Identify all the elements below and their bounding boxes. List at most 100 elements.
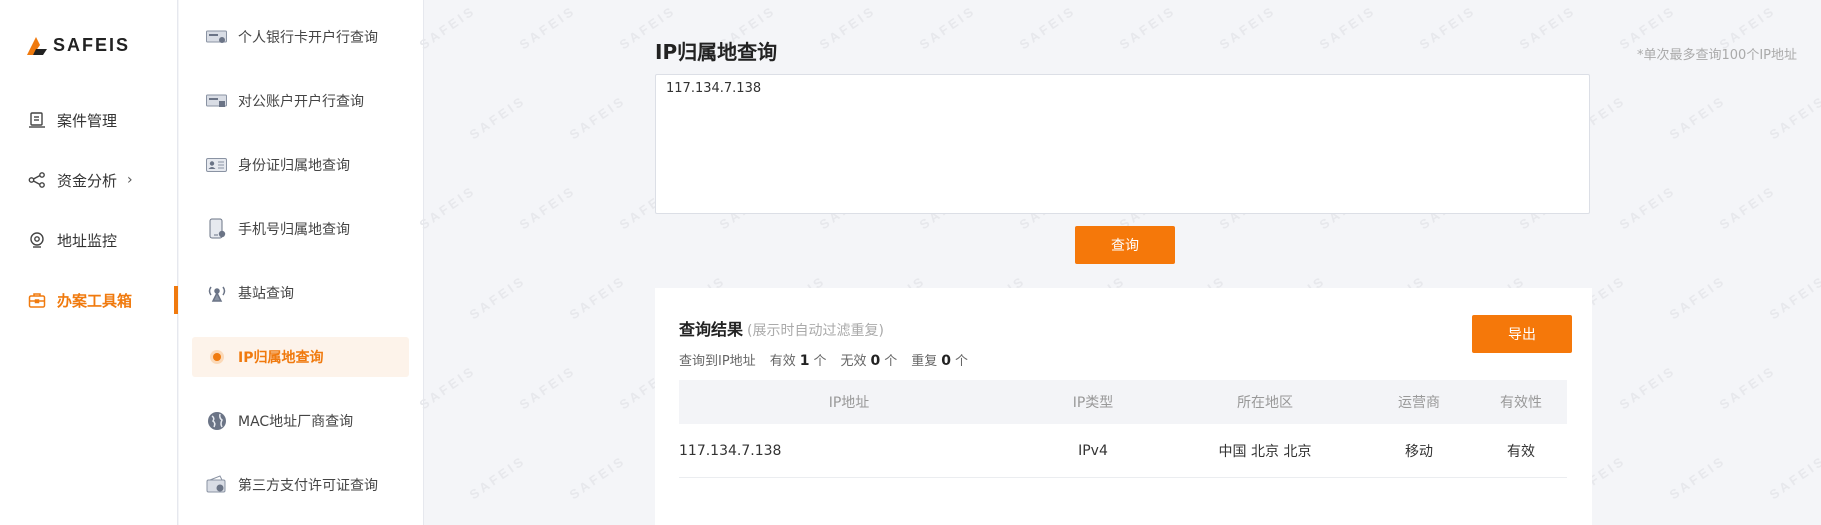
nav-item-label: 案件管理	[57, 111, 118, 130]
watermark-text: SAFEIS	[566, 92, 629, 143]
globe-icon	[206, 410, 228, 432]
stat-valid: 有效 1 个	[770, 350, 827, 369]
watermark-text: SAFEIS	[1216, 2, 1279, 53]
watermark-text: SAFEIS	[916, 2, 979, 53]
stat-unit: 个	[813, 354, 827, 369]
watermark-text: SAFEIS	[1516, 2, 1579, 53]
safeis-logo-icon	[27, 36, 47, 55]
subnav-item-label: IP归属地查询	[238, 350, 324, 366]
id-card-icon	[206, 154, 228, 176]
watermark-text: SAFEIS	[516, 182, 579, 233]
watermark-text: SAFEIS	[516, 2, 579, 53]
flow-icon	[27, 170, 47, 190]
nav-item-fund-analysis[interactable]: 资金分析 ›	[0, 160, 178, 200]
watermark-text: SAFEIS	[416, 2, 479, 53]
subnav-item-corporate-account[interactable]: 对公账户开户行查询	[192, 81, 409, 121]
watermark-text: SAFEIS	[466, 272, 529, 323]
payment-license-icon	[206, 474, 228, 496]
subnav-item-ip-location[interactable]: IP归属地查询	[192, 337, 409, 377]
watermark-text: SAFEIS	[1766, 92, 1821, 143]
stat-invalid-label: 无效	[840, 354, 867, 369]
cell-ip-type: IPv4	[1078, 442, 1108, 459]
base-station-icon	[206, 282, 228, 304]
stat-invalid: 无效 0 个	[840, 350, 897, 369]
cell-carrier: 移动	[1405, 443, 1433, 460]
column-header-ip: IP地址	[828, 395, 870, 411]
nav-item-label: 资金分析	[57, 171, 118, 190]
toolbox-icon	[27, 290, 47, 310]
phone-icon	[206, 218, 228, 240]
stat-duplicate: 重复 0 个	[911, 350, 968, 369]
subnav-item-label: 身份证归属地查询	[238, 158, 350, 174]
stat-unit: 个	[884, 354, 898, 369]
export-button[interactable]: 导出	[1472, 315, 1572, 353]
stat-unit: 个	[955, 354, 969, 369]
subnav-item-label: 个人银行卡开户行查询	[238, 30, 378, 46]
corporate-account-icon	[206, 90, 228, 112]
nav-item-label: 地址监控	[57, 231, 118, 250]
table-row: 117.134.7.138 IPv4 中国 北京 北京 移动 有效	[679, 424, 1567, 478]
case-icon	[27, 110, 47, 130]
watermark-text: SAFEIS	[416, 362, 479, 413]
ip-input[interactable]	[655, 74, 1590, 214]
chevron-right-icon: ›	[127, 172, 133, 188]
nav-item-case-management[interactable]: 案件管理	[0, 100, 178, 140]
watermark-text: SAFEIS	[516, 362, 579, 413]
subnav-item-mac-vendor[interactable]: MAC地址厂商查询	[192, 401, 409, 441]
watermark-text: SAFEIS	[1766, 452, 1821, 503]
subnav-item-label: 对公账户开户行查询	[238, 94, 364, 110]
cell-region: 中国 北京 北京	[1218, 443, 1312, 460]
cell-validity: 有效	[1507, 443, 1535, 460]
column-header-ip-type: IP类型	[1072, 395, 1114, 411]
stat-duplicate-count: 0	[941, 353, 952, 369]
watermark-text: SAFEIS	[566, 452, 629, 503]
watermark-text: SAFEIS	[566, 272, 629, 323]
watermark-text: SAFEIS	[1016, 2, 1079, 53]
page-title: IP归属地查询	[655, 40, 778, 64]
monitor-icon	[27, 230, 47, 250]
table-header: IP地址 IP类型 所在地区 运营商 有效性	[679, 380, 1567, 424]
subnav-item-label: MAC地址厂商查询	[238, 414, 354, 430]
stat-valid-count: 1	[799, 353, 810, 369]
bank-card-icon	[206, 26, 228, 48]
result-subtitle: (展示时自动过滤重复)	[747, 323, 884, 339]
watermark-text: SAFEIS	[1716, 182, 1779, 233]
nav-item-toolbox[interactable]: 办案工具箱	[0, 280, 178, 320]
subnav-item-phone[interactable]: 手机号归属地查询	[192, 209, 409, 249]
subnav-item-base-station[interactable]: 基站查询	[192, 273, 409, 313]
result-card: 查询结果 (展示时自动过滤重复) 导出 查询到IP地址 有效 1 个 无效 0 个 重复 0…	[655, 288, 1592, 525]
subnav-item-label: 基站查询	[238, 286, 294, 302]
watermark-text: SAFEIS	[1666, 92, 1729, 143]
stat-found: 查询到IP地址	[679, 354, 756, 369]
stat-valid-label: 有效	[769, 354, 796, 369]
watermark-text: SAFEIS	[466, 452, 529, 503]
column-header-validity: 有效性	[1500, 395, 1542, 411]
query-button[interactable]: 查询	[1075, 226, 1175, 264]
stat-invalid-count: 0	[870, 353, 881, 369]
watermark-text: SAFEIS	[1766, 272, 1821, 323]
subnav-item-personal-bank[interactable]: 个人银行卡开户行查询	[192, 17, 409, 57]
watermark-text: SAFEIS	[1116, 2, 1179, 53]
watermark-text: SAFEIS	[1666, 272, 1729, 323]
column-header-region: 所在地区	[1237, 395, 1293, 411]
nav-item-label: 办案工具箱	[57, 291, 133, 310]
result-table: IP地址 IP类型 所在地区 运营商 有效性 117.134.7.138 IPv…	[679, 380, 1567, 478]
query-limit-hint: *单次最多查询100个IP地址	[1637, 48, 1797, 63]
watermark-text: SAFEIS	[416, 182, 479, 233]
subnav-item-id-card[interactable]: 身份证归属地查询	[192, 145, 409, 185]
nav-item-address-monitor[interactable]: 地址监控	[0, 220, 178, 260]
column-header-carrier: 运营商	[1398, 395, 1440, 411]
brand-name: SAFEIS	[53, 35, 131, 55]
watermark-text: SAFEIS	[1616, 362, 1679, 413]
cell-ip: 117.134.7.138	[679, 442, 782, 459]
watermark-text: SAFEIS	[1716, 362, 1779, 413]
stat-duplicate-label: 重复	[911, 354, 938, 369]
watermark-text: SAFEIS	[1416, 2, 1479, 53]
tool-subnav: 个人银行卡开户行查询 对公账户开户行查询 身份证归属地查询 手机号归属地查询 基…	[179, 0, 424, 525]
logo: SAFEIS	[27, 35, 130, 56]
watermark-text: SAFEIS	[466, 92, 529, 143]
subnav-item-payment-license[interactable]: 第三方支付许可证查询	[192, 465, 409, 505]
result-title: 查询结果 (展示时自动过滤重复)	[679, 316, 884, 340]
result-stats: 查询到IP地址 有效 1 个 无效 0 个 重复 0 个	[679, 350, 982, 369]
main-content: SAFEIS SAFEIS SAFEIS SAFEIS SAFEIS SAFEIS SAFE…	[417, 0, 1821, 525]
